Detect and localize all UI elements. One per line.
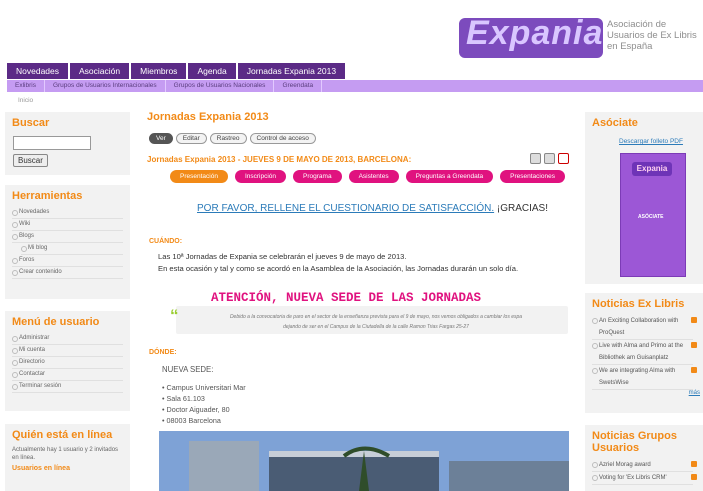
subnav-exlibris[interactable]: Exlibris (7, 80, 45, 92)
feed-icon (691, 342, 697, 348)
online-block: Quién está en línea Actualmente hay 1 us… (5, 424, 130, 491)
pill-preguntas[interactable]: Preguntas a Greendata (405, 170, 494, 183)
news-block: Noticias Ex Libris An Exciting Collabora… (585, 293, 703, 413)
feed-icon (691, 461, 697, 467)
quote-icon: “ (170, 306, 179, 325)
nav-tab-asociacion[interactable]: Asociación (70, 63, 130, 79)
subnav-nacionales[interactable]: Grupos de Usuarios Nacionales (166, 80, 275, 92)
nav-tab-agenda[interactable]: Agenda (188, 63, 236, 79)
online-text: Actualmente hay 1 usuario y 2 invitados … (12, 447, 119, 461)
address-line: 08003 Barcelona (162, 415, 246, 426)
tools-item-crear[interactable]: Crear contenido (12, 267, 123, 279)
search-title: Buscar (12, 117, 50, 129)
nueva-sede-label: NUEVA SEDE: (162, 365, 214, 374)
email-icon[interactable] (544, 153, 555, 164)
asociate-title: Asóciate (592, 117, 638, 129)
tools-item-novedades[interactable]: Novedades (12, 207, 123, 219)
feed-icon (691, 474, 697, 480)
atencion-heading: ATENCIÓN, NUEVA SEDE DE LAS JORNADAS (211, 291, 482, 305)
tools-item-blogs[interactable]: Blogs (12, 231, 123, 243)
tab-editar[interactable]: Editar (175, 133, 207, 144)
news-item[interactable]: We are integrating Alma with SwetsWise (592, 365, 697, 390)
address-line: Campus Universitari Mar (162, 382, 246, 393)
nav-tab-jornadas[interactable]: Jornadas Expania 2013 (237, 63, 346, 79)
flyer-logo: Expania (632, 162, 672, 176)
tab-rastreo[interactable]: Rastreo (209, 133, 247, 144)
nav-tab-novedades[interactable]: Novedades (7, 63, 69, 79)
view-tabs: Ver Editar Rastreo Control de acceso (149, 133, 316, 144)
address-line: Sala 61.103 (162, 393, 246, 404)
secondary-nav: Exlibris Grupos de Usuarios Internaciona… (7, 80, 703, 92)
groups-news-title: Noticias Grupos Usuarios (592, 430, 677, 454)
search-button[interactable]: Buscar (13, 154, 48, 167)
user-menu-title: Menú de usuario (12, 316, 100, 328)
feed-icon (691, 317, 697, 323)
tab-ver[interactable]: Ver (149, 133, 173, 144)
survey-link[interactable]: POR FAVOR, RELLENE EL CUESTIONARIO DE SA… (197, 203, 494, 214)
cuando-text: Las 10ª Jornadas de Expania se celebrará… (158, 251, 578, 275)
address-line: Doctor Aiguader, 80 (162, 404, 246, 415)
user-menu-directorio[interactable]: Directorio (12, 357, 123, 369)
nav-tab-miembros[interactable]: Miembros (131, 63, 187, 79)
pill-presentacion[interactable]: Presentación (170, 170, 228, 183)
more-news-link[interactable]: más (585, 390, 703, 396)
pill-presentaciones[interactable]: Presentaciones (500, 170, 565, 183)
groups-news-item[interactable]: Voting for 'Ex Libris CRM' (592, 472, 697, 485)
cuando-line-1: Las 10ª Jornadas de Expania se celebrará… (158, 252, 407, 261)
pdf-icon[interactable] (558, 153, 569, 164)
expania-logo[interactable]: Expania (466, 14, 603, 53)
donde-heading: DÓNDE: (149, 349, 177, 356)
user-menu-block: Menú de usuario Administrar Mi cuenta Di… (5, 311, 130, 411)
venue-building-graphic (159, 431, 569, 491)
association-name: Asociación de Usuarios de Ex Libris en E… (607, 19, 697, 52)
user-menu-administrar[interactable]: Administrar (12, 333, 123, 345)
page-actions (530, 153, 569, 164)
tab-control[interactable]: Control de acceso (249, 133, 316, 144)
download-flyer-link[interactable]: Descargar folleto PDF (619, 138, 683, 145)
cuando-line-2: En esta ocasión y tal y como se acordó e… (158, 264, 519, 273)
online-title: Quién está en línea (12, 429, 113, 441)
section-subtitle: Jornadas Expania 2013 - JUEVES 9 DE MAYO… (147, 155, 412, 164)
tools-block: Herramientas Novedades Wiki Blogs Mi blo… (5, 185, 130, 299)
groups-news-item[interactable]: Azriel Morag award (592, 459, 697, 472)
pill-asistentes[interactable]: Asistentes (348, 170, 399, 183)
user-menu-contactar[interactable]: Contactar (12, 369, 123, 381)
search-block: Buscar Buscar (5, 112, 130, 175)
survey-message: POR FAVOR, RELLENE EL CUESTIONARIO DE SA… (197, 203, 548, 214)
subnav-greendata[interactable]: Greendata (274, 80, 323, 92)
search-input[interactable] (13, 136, 91, 150)
news-item[interactable]: An Exciting Collaboration with ProQuest (592, 315, 697, 340)
subnav-internacionales[interactable]: Grupos de Usuarios Internacionales (45, 80, 166, 92)
primary-nav: Novedades Asociación Miembros Agenda Jor… (7, 63, 346, 79)
breadcrumb[interactable]: Inicio (18, 97, 33, 104)
address-list: Campus Universitari Mar Sala 61.103 Doct… (162, 382, 246, 426)
user-menu-logout[interactable]: Terminar sesión (12, 381, 123, 393)
online-users-title: Usuarios en línea (12, 465, 70, 472)
groups-news-block: Noticias Grupos Usuarios Azriel Morag aw… (585, 425, 703, 491)
news-item[interactable]: Live with Alma and Primo at the Biblioth… (592, 340, 697, 365)
page-title: Jornadas Expania 2013 (147, 111, 269, 123)
print-icon[interactable] (530, 153, 541, 164)
cuando-heading: CUÁNDO: (149, 238, 183, 245)
tools-item-wiki[interactable]: Wiki (12, 219, 123, 231)
user-menu-cuenta[interactable]: Mi cuenta (12, 345, 123, 357)
news-title: Noticias Ex Libris (592, 298, 685, 310)
flyer-title: ASÓCIATE (638, 214, 664, 220)
quote-text: Debido a la convocatoria de paro en el s… (229, 314, 523, 330)
tools-item-foros[interactable]: Foros (12, 255, 123, 267)
tools-title: Herramientas (12, 190, 83, 202)
tools-item-mi-blog[interactable]: Mi blog (21, 243, 123, 255)
feed-icon (691, 367, 697, 373)
pill-inscripcion[interactable]: Inscripción (234, 170, 287, 183)
jornadas-pills: Presentación Inscripción Programa Asiste… (170, 170, 565, 183)
survey-thanks: ¡GRACIAS! (494, 203, 549, 214)
venue-photo (159, 431, 569, 491)
pill-programa[interactable]: Programa (293, 170, 342, 183)
